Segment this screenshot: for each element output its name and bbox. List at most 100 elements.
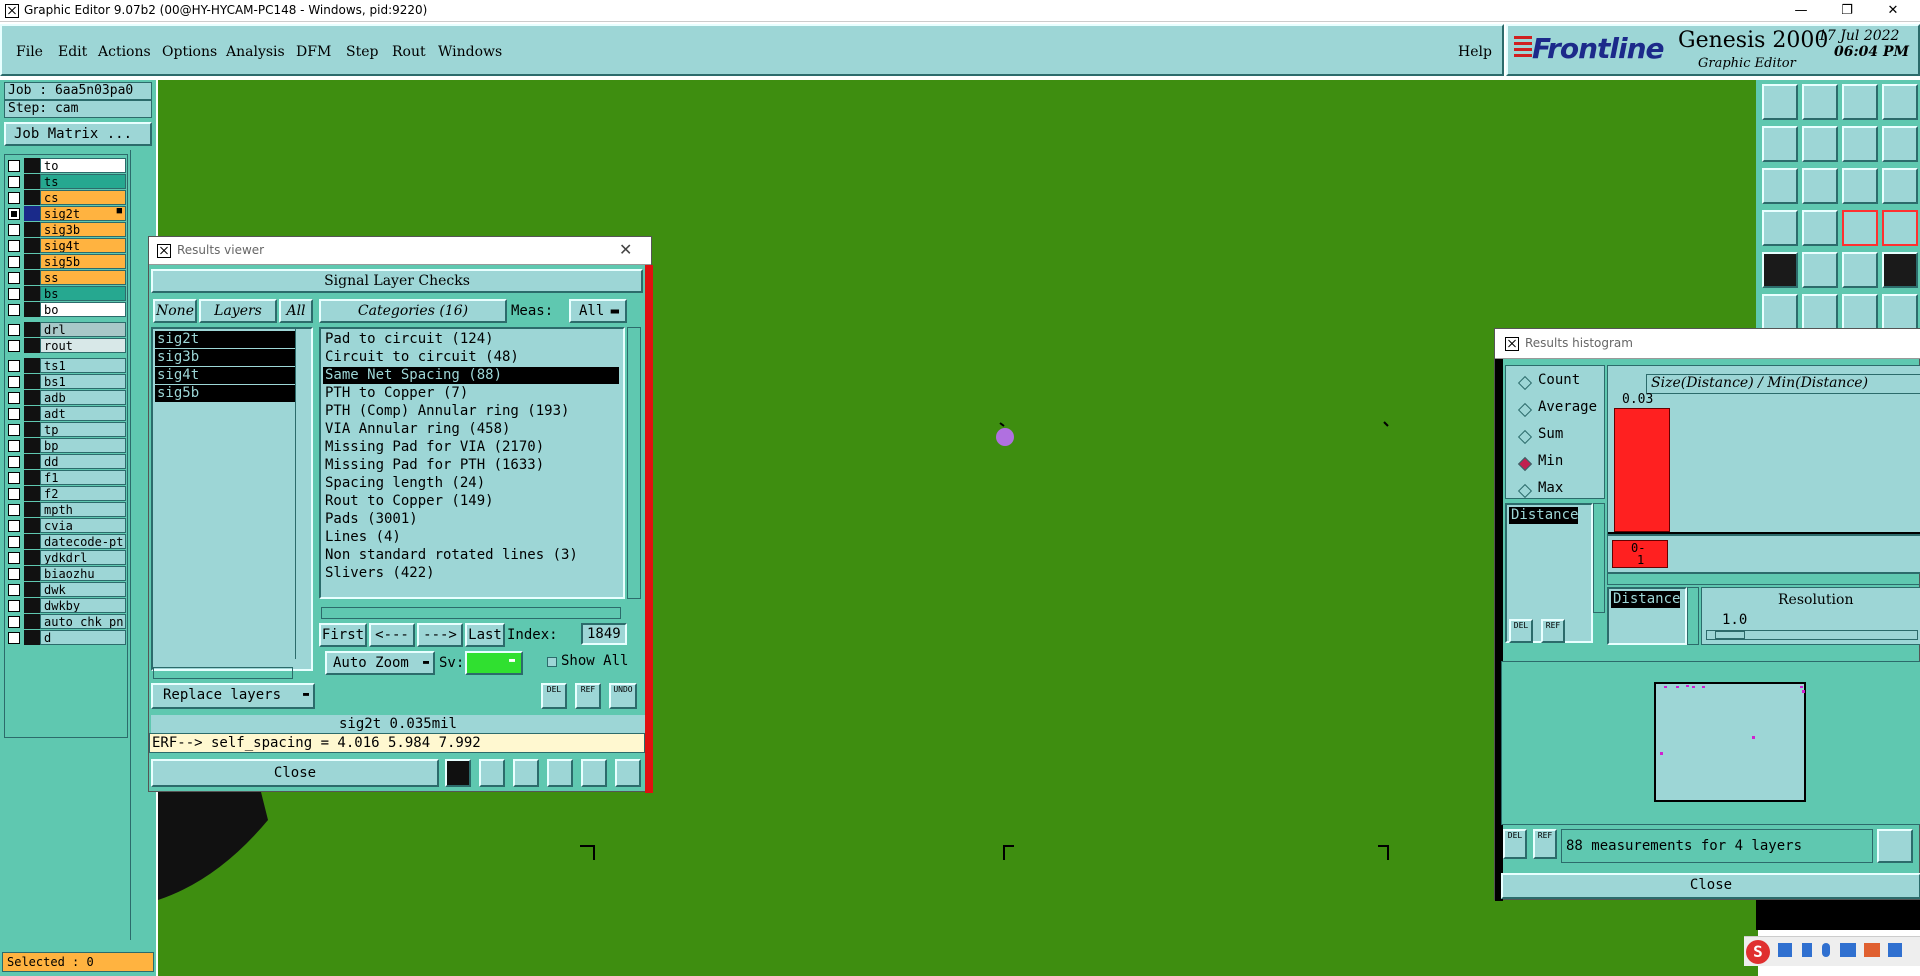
rh-field-item[interactable]: Distance <box>1509 507 1579 524</box>
layer-name[interactable]: mpth <box>40 502 126 517</box>
rv-tool-delete-icon[interactable] <box>513 759 539 787</box>
rh-ref-button[interactable]: REF <box>1541 619 1565 643</box>
layer-row[interactable]: adb <box>4 390 126 406</box>
layer-name[interactable]: ts <box>40 174 126 189</box>
layer-checkbox[interactable] <box>8 632 20 644</box>
rv-layer-hscroll[interactable] <box>153 667 293 679</box>
layer-checkbox[interactable] <box>8 224 20 236</box>
ime-skin-icon[interactable] <box>1864 943 1880 957</box>
menu-actions[interactable]: Actions <box>98 44 151 60</box>
rv-category-item[interactable]: Pads (3001) <box>323 511 619 528</box>
cross-icon[interactable] <box>1802 294 1838 330</box>
layer-checkbox[interactable] <box>8 340 20 352</box>
rv-close-icon[interactable]: ✕ <box>619 240 632 259</box>
rh-option-radio[interactable] <box>1517 429 1533 445</box>
menu-rout[interactable]: Rout <box>392 44 426 60</box>
layer-name[interactable]: adt <box>40 406 126 421</box>
rh-close-button[interactable]: Close <box>1501 873 1920 899</box>
rh-resolution-slider[interactable] <box>1706 630 1918 640</box>
rv-tool-flag-icon[interactable] <box>445 759 471 787</box>
rv-category-item[interactable]: Lines (4) <box>323 529 619 546</box>
rv-layer-item[interactable]: sig5b <box>155 385 295 402</box>
layer-name[interactable]: auto_chk_pn <box>40 614 126 629</box>
rv-close-button[interactable]: Close <box>151 759 439 787</box>
layer-name[interactable]: sig3b <box>40 222 126 237</box>
menu-analysis[interactable]: Analysis <box>226 44 285 60</box>
layer-row[interactable]: biaozhu <box>4 566 126 582</box>
rv-tool-export-icon[interactable] <box>479 759 505 787</box>
rv-none-button[interactable]: None <box>153 299 197 323</box>
step-icon[interactable] <box>1842 126 1878 162</box>
layer-checkbox[interactable] <box>8 584 20 596</box>
layer-row[interactable]: sig5b <box>4 254 126 270</box>
rv-del-button[interactable]: DEL <box>541 683 567 709</box>
layer-row[interactable]: sig2t ■ <box>4 206 126 222</box>
rh-option-radio[interactable] <box>1517 402 1533 418</box>
line-icon[interactable] <box>1842 294 1878 330</box>
layer-checkbox[interactable] <box>8 208 20 220</box>
layer-name[interactable]: sig4t <box>40 238 126 253</box>
rv-category-scrollbar[interactable] <box>627 327 641 599</box>
layer-name[interactable]: drl <box>40 322 126 337</box>
rh-option-label[interactable]: Max <box>1538 480 1563 496</box>
rh-distance-scroll[interactable] <box>1687 587 1699 645</box>
rv-tool-report-icon[interactable] <box>581 759 607 787</box>
rv-category-item[interactable]: Pad to circuit (124) <box>323 331 619 348</box>
rh-option-radio[interactable] <box>1517 375 1533 391</box>
layer-checkbox[interactable] <box>8 552 20 564</box>
open-icon[interactable] <box>1762 84 1798 120</box>
layer-row[interactable]: auto_chk_pn <box>4 614 126 630</box>
layer-name[interactable]: bo <box>40 302 126 317</box>
layer-checkbox[interactable] <box>8 456 20 468</box>
rv-category-item[interactable]: Rout to Copper (149) <box>323 493 619 510</box>
one-to-one-icon[interactable] <box>1842 168 1878 204</box>
layer-name[interactable]: to <box>40 158 126 173</box>
layer-name[interactable]: f1 <box>40 470 126 485</box>
rv-tool-histogram-icon[interactable] <box>615 759 641 787</box>
layer-name[interactable]: datecode-pt <box>40 534 126 549</box>
layer-name[interactable]: cvia <box>40 518 126 533</box>
layer-row[interactable]: datecode-pt <box>4 534 126 550</box>
rv-category-item[interactable]: Spacing length (24) <box>323 475 619 492</box>
layer-name[interactable]: f2 <box>40 486 126 501</box>
layer-name[interactable]: ts1 <box>40 358 126 373</box>
layer-checkbox[interactable] <box>8 304 20 316</box>
rh-field-scrollbar[interactable] <box>1593 503 1605 613</box>
layer-row[interactable]: bo <box>4 302 126 318</box>
menu-options[interactable]: Options <box>162 44 217 60</box>
layer-name[interactable]: bs1 <box>40 374 126 389</box>
layer-row[interactable]: cs <box>4 190 126 206</box>
rv-undo-button[interactable]: UNDO <box>609 683 637 709</box>
rh-option-label[interactable]: Sum <box>1538 426 1563 442</box>
rv-layer-scrollbar[interactable] <box>295 329 309 659</box>
layer-checkbox[interactable] <box>8 324 20 336</box>
rv-layer-item[interactable]: sig2t <box>155 331 295 348</box>
layer-checkbox[interactable] <box>8 160 20 172</box>
rh-chart-icon[interactable] <box>1877 829 1913 863</box>
layer-checkbox[interactable] <box>8 472 20 484</box>
menu-edit[interactable]: Edit <box>58 44 87 60</box>
pan-icon[interactable] <box>1802 168 1838 204</box>
grid-icon[interactable] <box>1882 84 1918 120</box>
rh-del2-button[interactable]: DEL <box>1503 829 1527 859</box>
rv-categories-button[interactable]: Categories (16) <box>319 299 507 323</box>
rh-overview-board[interactable] <box>1654 682 1806 802</box>
rv-category-item[interactable]: PTH to Copper (7) <box>323 385 619 402</box>
ime-punct-icon[interactable] <box>1802 943 1812 957</box>
export-icon[interactable] <box>1802 126 1838 162</box>
menu-step[interactable]: Step <box>346 44 378 60</box>
rh-distance-item[interactable]: Distance <box>1611 591 1681 608</box>
rh-titlebar[interactable]: Results histogram <box>1495 329 1920 359</box>
layer-row[interactable]: dd <box>4 454 126 470</box>
layer-checkbox[interactable] <box>8 408 20 420</box>
layer-checkbox[interactable] <box>8 272 20 284</box>
rv-category-item[interactable]: Non standard rotated lines (3) <box>323 547 619 564</box>
route-icon[interactable] <box>1842 210 1878 246</box>
layer-icon[interactable] <box>1762 210 1798 246</box>
layer-name[interactable]: bs <box>40 286 126 301</box>
measure-icon[interactable] <box>1842 252 1878 288</box>
layer-row[interactable]: sig3b <box>4 222 126 238</box>
layer-checkbox[interactable] <box>8 616 20 628</box>
layer-row[interactable]: bp <box>4 438 126 454</box>
ime-lang-icon[interactable] <box>1778 943 1792 957</box>
